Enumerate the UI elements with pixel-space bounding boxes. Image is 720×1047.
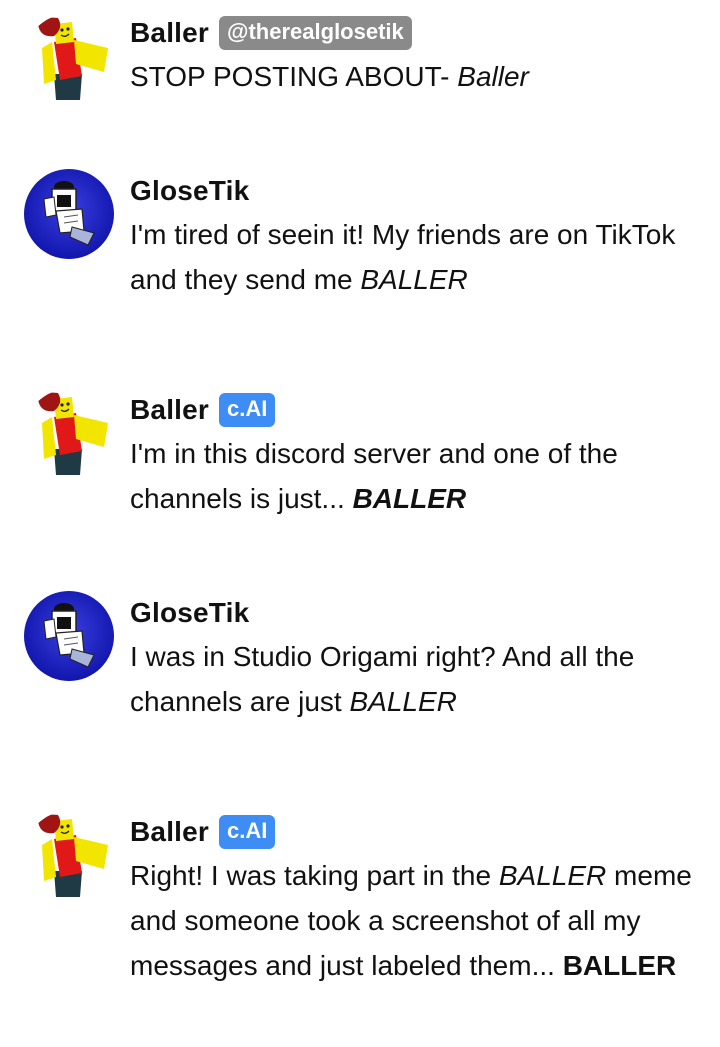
text-run-bold-italic: BALLER: [352, 483, 467, 514]
message-header: GloseTik: [130, 172, 700, 210]
cai-badge: c.AI: [219, 393, 276, 427]
text-run-italic: Baller: [457, 61, 529, 92]
message-header: GloseTik: [130, 594, 700, 632]
author-name[interactable]: Baller: [130, 17, 209, 49]
message-text: I was in Studio Origami right? And all t…: [130, 634, 700, 724]
author-name[interactable]: GloseTik: [130, 175, 249, 207]
text-run-bold: BALLER: [562, 950, 677, 981]
message-content: Baller c.AI I'm in this discord server a…: [130, 391, 700, 521]
glosetik-avatar[interactable]: [24, 591, 114, 681]
message-header: Baller c.AI: [130, 813, 700, 851]
message-header: Baller @therealglosetik: [130, 14, 700, 52]
cai-badge: c.AI: [219, 815, 276, 849]
text-run-italic: BALLER: [360, 264, 468, 295]
message-text: I'm in this discord server and one of th…: [130, 431, 700, 521]
chat-thread: Baller @therealglosetik STOP POSTING ABO…: [0, 0, 720, 1047]
message-header: Baller c.AI: [130, 391, 700, 429]
author-name[interactable]: GloseTik: [130, 597, 249, 629]
message-text: Right! I was taking part in the BALLER m…: [130, 853, 700, 988]
message-content: Baller c.AI Right! I was taking part in …: [130, 813, 700, 988]
baller-avatar[interactable]: [24, 811, 114, 901]
baller-avatar[interactable]: [24, 389, 114, 479]
message-text: STOP POSTING ABOUT- Baller: [130, 54, 700, 99]
message-content: GloseTik I'm tired of seein it! My frien…: [130, 172, 700, 302]
handle-badge: @therealglosetik: [219, 16, 412, 50]
text-run: STOP POSTING ABOUT-: [130, 61, 458, 92]
author-name[interactable]: Baller: [130, 394, 209, 426]
baller-avatar[interactable]: [24, 14, 114, 104]
text-run: Right! I was taking part in the: [130, 860, 499, 891]
message-content: Baller @therealglosetik STOP POSTING ABO…: [130, 14, 700, 99]
message-text: I'm tired of seein it! My friends are on…: [130, 212, 700, 302]
text-run-italic: BALLER: [498, 860, 607, 891]
glosetik-avatar[interactable]: [24, 169, 114, 259]
author-name[interactable]: Baller: [130, 816, 209, 848]
text-run-italic: BALLER: [349, 686, 457, 717]
message-content: GloseTik I was in Studio Origami right? …: [130, 594, 700, 724]
